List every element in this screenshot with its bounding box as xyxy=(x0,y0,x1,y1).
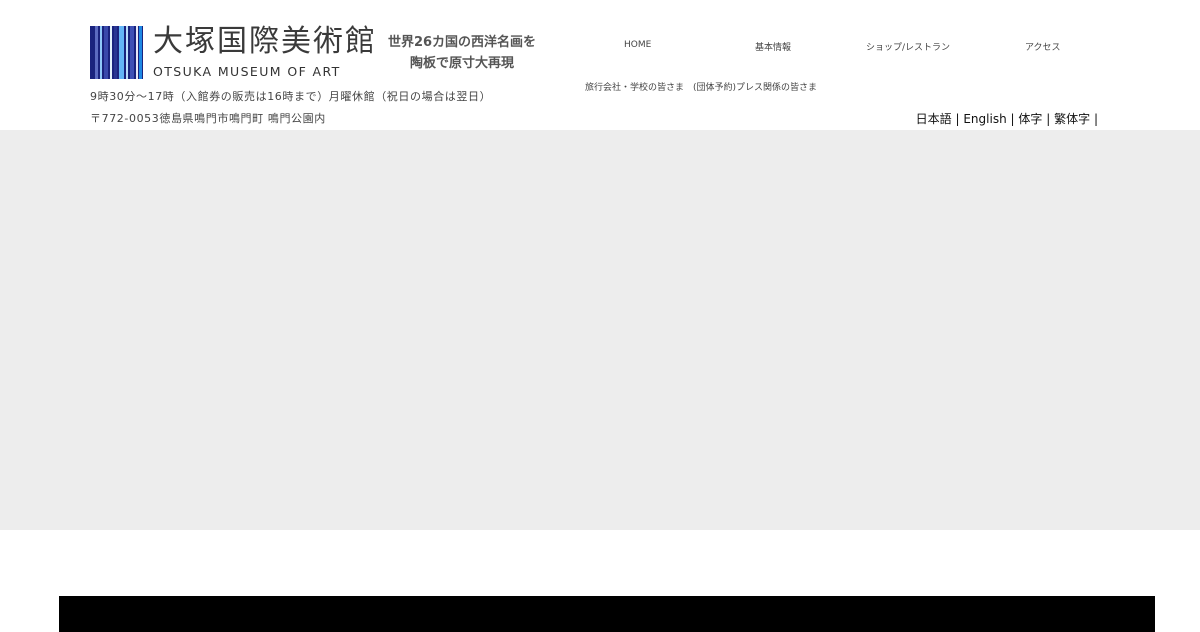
nav-access-link[interactable]: アクセス xyxy=(1025,40,1061,53)
logo-japanese-name: 大塚国際美術館 xyxy=(153,24,377,59)
lang-japanese-link[interactable]: 日本語 xyxy=(916,112,952,126)
nav-home-link[interactable]: HOME xyxy=(624,40,651,50)
lang-english-link[interactable]: English xyxy=(963,112,1006,126)
lang-separator: | xyxy=(1046,112,1051,126)
museum-info: 9時30分～17時（入館券の販売は16時まで）月曜休館（祝日の場合は翌日） 〒7… xyxy=(90,86,491,130)
tagline-line-1: 世界26カ国の西洋名画を xyxy=(387,35,537,50)
lang-separator: | xyxy=(955,112,960,126)
logo-text: 大塚国際美術館 OTSUKA MUSEUM OF ART xyxy=(153,26,377,79)
lang-traditional-chinese-link[interactable]: 繁体字 xyxy=(1054,112,1090,126)
nav-travel-agency-link[interactable]: 旅行会社・学校の皆さま xyxy=(585,80,684,93)
tagline: 世界26カ国の西洋名画を 陶板で原寸大再現 xyxy=(372,32,552,74)
address: 〒772-0053徳島県鳴門市鳴門町 鳴門公園内 xyxy=(90,112,326,125)
nav-shop-restaurant-link[interactable]: ショップ/レストラン xyxy=(866,40,950,53)
museum-logo-icon xyxy=(90,26,143,79)
opening-hours: 9時30分～17時（入館券の販売は16時まで）月曜休館（祝日の場合は翌日） xyxy=(90,90,492,103)
lang-simplified-chinese-link[interactable]: 体字 xyxy=(1018,112,1042,126)
lang-separator: | xyxy=(1093,112,1098,126)
tagline-line-2: 陶板で原寸大再現 xyxy=(409,56,514,71)
language-switcher: 日本語 | English | 体字 | 繁体字 | xyxy=(916,110,1098,127)
site-header: 大塚国際美術館 OTSUKA MUSEUM OF ART 世界26カ国の西洋名画… xyxy=(0,0,1200,130)
lang-separator: | xyxy=(1010,112,1015,126)
content-bar xyxy=(59,596,1155,632)
nav-basic-info-link[interactable]: 基本情報 xyxy=(755,40,791,53)
nav-group-press-link[interactable]: (団体予約)プレス関係の皆さま xyxy=(693,80,817,93)
hero-banner xyxy=(0,130,1200,530)
site-logo[interactable]: 大塚国際美術館 OTSUKA MUSEUM OF ART xyxy=(90,26,377,79)
logo-english-name: OTSUKA MUSEUM OF ART xyxy=(153,64,341,79)
